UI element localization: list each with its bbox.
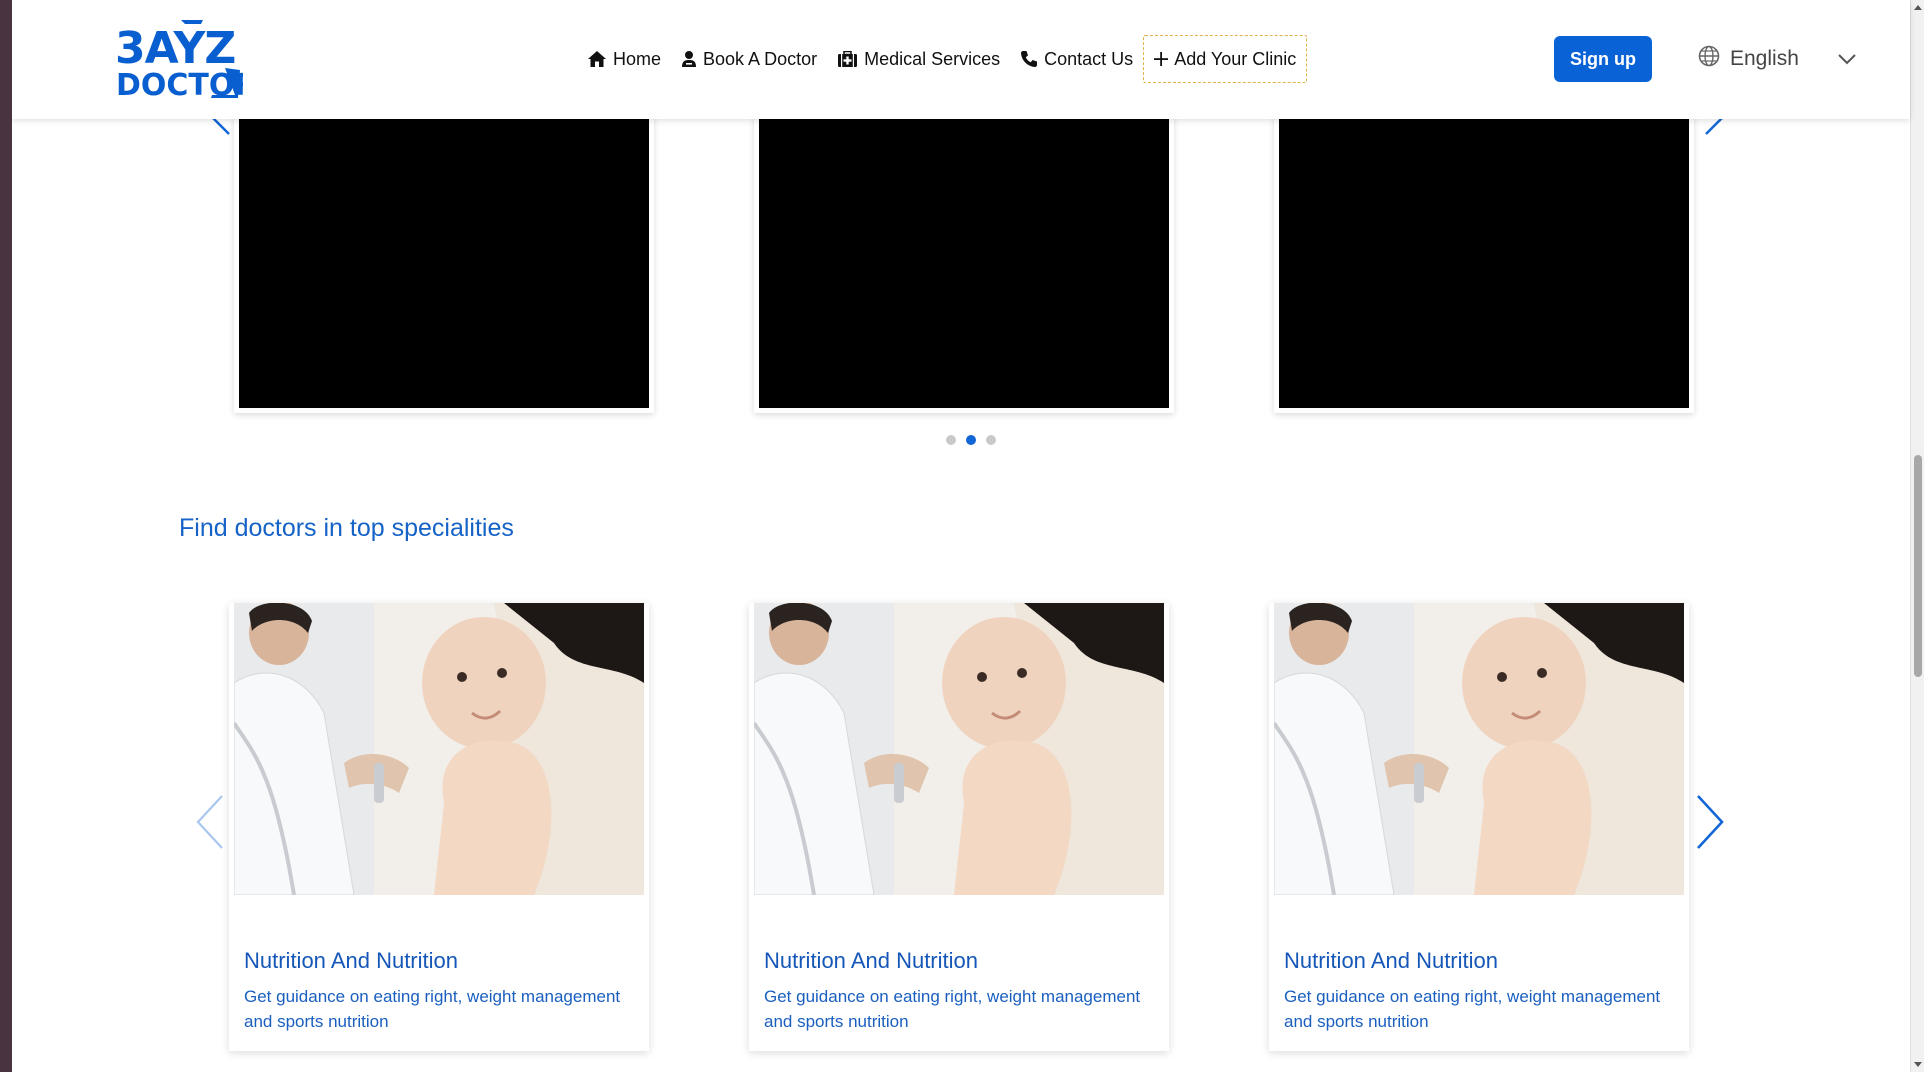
signup-button[interactable]: Sign up (1554, 36, 1652, 82)
speciality-image (1274, 603, 1684, 895)
doctor-icon (681, 50, 697, 68)
globe-icon (1698, 45, 1720, 73)
carousel-dot-1[interactable] (946, 435, 956, 445)
speciality-description: Get guidance on eating right, weight man… (1284, 987, 1661, 1031)
speciality-description: Get guidance on eating right, weight man… (244, 987, 621, 1031)
video-card[interactable] (1274, 100, 1694, 413)
section-title-specialities: Find doctors in top specialities (179, 514, 514, 542)
brand-logo[interactable]: 3AYZ DOCTOR (115, 18, 258, 103)
video-card[interactable] (234, 100, 654, 413)
speciality-card[interactable]: Nutrition And Nutrition Get guidance on … (229, 603, 649, 1051)
scroll-up-arrow[interactable] (1914, 5, 1922, 10)
scrollbar-thumb[interactable] (1914, 455, 1922, 677)
nav-add-clinic[interactable]: Add Your Clinic (1143, 35, 1308, 83)
site-header: 3AYZ DOCTOR Home Book A Doctor (12, 0, 1910, 119)
speciality-card[interactable]: Nutrition And Nutrition Get guidance on … (1269, 603, 1689, 1051)
language-label: English (1730, 47, 1799, 70)
specialities-prev-arrow[interactable] (192, 792, 226, 857)
video-player[interactable] (759, 100, 1169, 408)
carousel-dot-2-active[interactable] (966, 435, 976, 445)
main-nav: Home Book A Doctor Medical Services Cont… (577, 34, 1308, 84)
video-player[interactable] (239, 100, 649, 408)
speciality-title[interactable]: Nutrition And Nutrition (1284, 948, 1498, 974)
nav-contact-us-label: Contact Us (1044, 48, 1134, 69)
speciality-description: Get guidance on eating right, weight man… (764, 987, 1141, 1031)
nav-add-clinic-label: Add Your Clinic (1174, 48, 1297, 69)
speciality-title[interactable]: Nutrition And Nutrition (764, 948, 978, 974)
specialities-next-arrow[interactable] (1694, 792, 1728, 857)
carousel-pagination (946, 435, 996, 445)
speciality-image (234, 603, 644, 895)
video-card[interactable] (754, 100, 1174, 413)
logo-line1: 3AYZ (115, 23, 235, 74)
nav-contact-us[interactable]: Contact Us (1010, 35, 1143, 83)
browser-window: 3AYZ DOCTOR Home Book A Doctor (12, 0, 1924, 1072)
nav-medical-services-label: Medical Services (864, 48, 1001, 69)
nav-home[interactable]: Home (577, 35, 671, 83)
page-scrollbar[interactable] (1910, 0, 1924, 1072)
scroll-down-arrow[interactable] (1914, 1062, 1922, 1067)
plus-icon (1154, 52, 1169, 66)
speciality-image (754, 603, 1164, 895)
language-selector[interactable]: English (1698, 38, 1868, 80)
nav-book-doctor[interactable]: Book A Doctor (671, 35, 827, 83)
nav-medical-services[interactable]: Medical Services (827, 35, 1010, 83)
speciality-card[interactable]: Nutrition And Nutrition Get guidance on … (749, 603, 1169, 1051)
phone-icon (1020, 50, 1038, 68)
nav-book-doctor-label: Book A Doctor (703, 48, 818, 69)
carousel-dot-3[interactable] (986, 435, 996, 445)
speciality-title[interactable]: Nutrition And Nutrition (244, 948, 458, 974)
chevron-down-icon (1837, 47, 1857, 71)
medical-kit-icon (837, 50, 858, 68)
nav-home-label: Home (613, 48, 662, 69)
video-player[interactable] (1279, 100, 1689, 408)
home-icon (587, 50, 607, 68)
